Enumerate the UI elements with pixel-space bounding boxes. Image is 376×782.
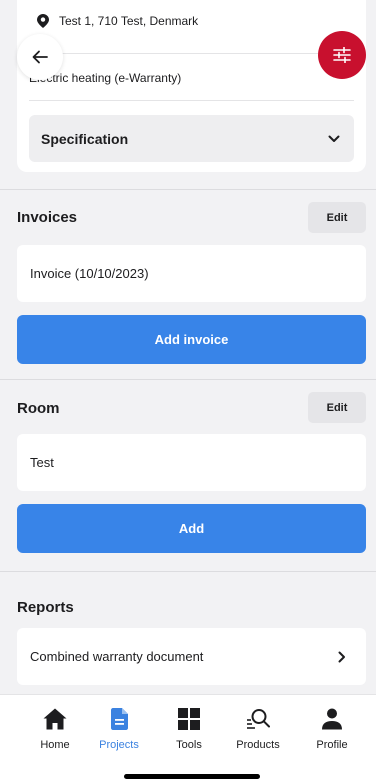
report-item[interactable]: Combined warranty document	[17, 628, 366, 685]
tab-home[interactable]: Home	[18, 705, 92, 751]
back-button[interactable]	[17, 34, 63, 80]
add-room-button[interactable]: Add	[17, 504, 366, 553]
home-icon	[43, 708, 67, 730]
tab-home-label: Home	[40, 739, 70, 751]
tab-projects-label: Projects	[99, 739, 139, 751]
chevron-right-icon	[338, 651, 345, 662]
specification-dropdown[interactable]: Specification	[29, 115, 354, 162]
divider	[29, 100, 354, 101]
divider	[29, 53, 354, 54]
sliders-icon	[333, 47, 351, 63]
report-item-label: Combined warranty document	[30, 649, 204, 664]
invoice-item-label: Invoice (10/10/2023)	[30, 266, 149, 281]
tab-projects[interactable]: Projects	[82, 705, 156, 751]
tab-tools[interactable]: Tools	[152, 705, 226, 751]
document-icon	[110, 708, 128, 730]
search-icon	[247, 709, 270, 729]
invoices-edit-button[interactable]: Edit	[308, 202, 366, 233]
tab-products[interactable]: Products	[221, 705, 295, 751]
location-pin-icon	[37, 14, 49, 28]
grid-icon	[178, 708, 200, 730]
specification-label: Specification	[41, 130, 129, 147]
section-divider	[0, 189, 376, 190]
room-item[interactable]: Test	[17, 434, 366, 491]
room-item-label: Test	[30, 455, 54, 470]
tab-profile-label: Profile	[316, 739, 348, 751]
home-indicator	[124, 774, 260, 779]
chevron-down-icon	[328, 135, 340, 142]
project-header-card: Test 1, 710 Test, Denmark Electric heati…	[17, 0, 366, 172]
filter-button[interactable]	[318, 31, 366, 79]
room-title: Room	[17, 400, 60, 417]
user-icon	[322, 708, 342, 730]
invoice-item[interactable]: Invoice (10/10/2023)	[17, 245, 366, 302]
section-divider	[0, 571, 376, 572]
tab-products-label: Products	[236, 739, 280, 751]
reports-title: Reports	[17, 599, 74, 616]
section-divider	[0, 379, 376, 380]
address-text: Test 1, 710 Test, Denmark	[59, 14, 199, 28]
arrow-left-icon	[32, 50, 48, 64]
room-edit-button[interactable]: Edit	[308, 392, 366, 423]
bottom-tab-bar: Home Projects Tools Products Profile	[0, 694, 376, 782]
address-row: Test 1, 710 Test, Denmark	[37, 14, 198, 28]
add-invoice-button[interactable]: Add invoice	[17, 315, 366, 364]
invoices-title: Invoices	[17, 209, 78, 226]
tab-tools-label: Tools	[176, 739, 202, 751]
tab-profile[interactable]: Profile	[295, 705, 369, 751]
